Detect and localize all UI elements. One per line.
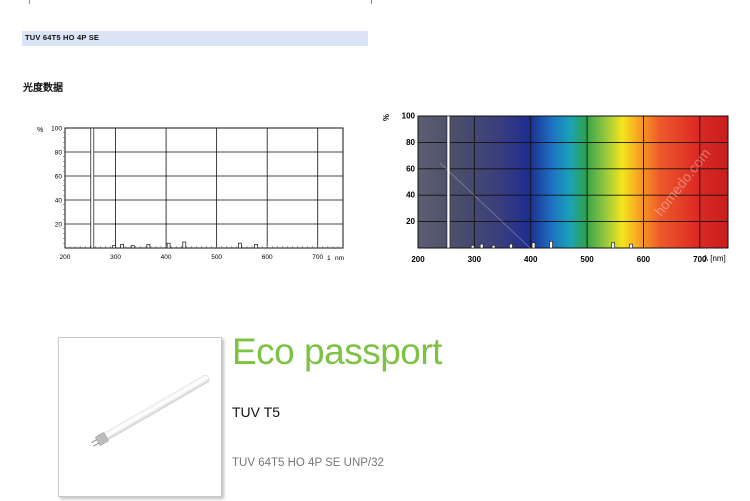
right-chart-y-ticks: 100 80 60 40 20: [402, 112, 416, 227]
emission-bar: [166, 242, 171, 249]
emission-bar: [470, 245, 475, 249]
top-tick: [29, 0, 30, 4]
x-tick-label: 200: [60, 254, 71, 261]
emission-bar: [629, 243, 633, 249]
x-tick-label: 600: [637, 255, 651, 264]
emission-bar: [120, 244, 124, 249]
product-code: TUV 64T5 HO 4P SE UNP/32: [232, 457, 384, 469]
emission-bar: [491, 245, 496, 249]
emission-bar: [238, 242, 242, 249]
x-tick-label: 200: [411, 255, 425, 264]
eco-passport-title: Eco passport: [232, 331, 442, 372]
y-tick-label: 100: [51, 126, 62, 133]
emission-bar: [509, 243, 513, 249]
emission-bar: [146, 244, 151, 249]
y-tick-label: 100: [402, 112, 416, 121]
model-code-bar: TUV 64T5 HO 4P SE: [22, 31, 368, 46]
right-chart-x-ticks: 200 300 400 500 600 700: [411, 255, 707, 264]
x-tick-label: 700: [312, 254, 323, 261]
x-tick-label: 400: [524, 255, 538, 264]
x-tick-label: 500: [580, 255, 594, 264]
emission-bar: [90, 127, 95, 249]
emission-bar: [611, 242, 615, 249]
x-tick-label: 400: [161, 254, 172, 261]
tube-glass: [103, 374, 210, 441]
y-tick-label: 80: [406, 138, 415, 147]
tube-pin: [91, 439, 97, 444]
section-title: 光度数据: [23, 83, 63, 94]
left-chart-x-unit: nm: [335, 255, 344, 262]
y-tick-label: 20: [55, 222, 63, 229]
y-tick-label: 80: [55, 150, 63, 157]
emission-bar: [446, 115, 451, 249]
left-chart-y-unit: %: [37, 127, 43, 134]
emission-bar: [130, 245, 135, 249]
emission-bar: [479, 243, 484, 249]
y-tick-label: 60: [55, 174, 63, 181]
chart-frame: [64, 127, 344, 249]
x-tick-label: 600: [262, 254, 273, 261]
right-chart-x-unit: λ [nm]: [704, 254, 726, 263]
right-spectrum-chart: 10080604020 200 300 400 500 600 700 % λ [nm] …: [381, 112, 729, 264]
product-photo: [58, 337, 222, 497]
emission-bar: [549, 241, 553, 249]
left-chart-grid: [63, 127, 344, 249]
x-tick-label: 300: [468, 255, 482, 264]
emission-bar: [112, 245, 116, 249]
left-spectrum-chart: 100 80 60 40 20 200 300 400 500 600 700 % 1 nm: [37, 126, 344, 263]
y-tick-label: 60: [406, 164, 415, 173]
page-top-edge: [0, 0, 750, 6]
tube-lamp-image: [91, 374, 210, 447]
emission-bar: [531, 242, 536, 249]
y-tick-label: 40: [55, 198, 63, 205]
x-tick-label: 500: [211, 254, 222, 261]
left-chart-y-ticks: 100 80 60 40 20: [51, 126, 62, 229]
tube-pin: [93, 442, 99, 447]
product-name: TUV T5: [232, 404, 280, 420]
model-code: TUV 64T5 HO 4P SE: [25, 33, 100, 42]
emission-bar: [254, 244, 258, 249]
left-chart-x-end-label: 1: [327, 255, 331, 262]
y-tick-label: 40: [406, 191, 415, 200]
right-chart-y-unit: %: [381, 114, 390, 121]
y-tick-label: 20: [406, 217, 415, 226]
left-chart-x-ticks: 200 300 400 500 600 700: [60, 254, 324, 261]
x-tick-label: 300: [110, 254, 121, 261]
top-tick: [371, 0, 372, 4]
emission-bar: [182, 241, 187, 249]
